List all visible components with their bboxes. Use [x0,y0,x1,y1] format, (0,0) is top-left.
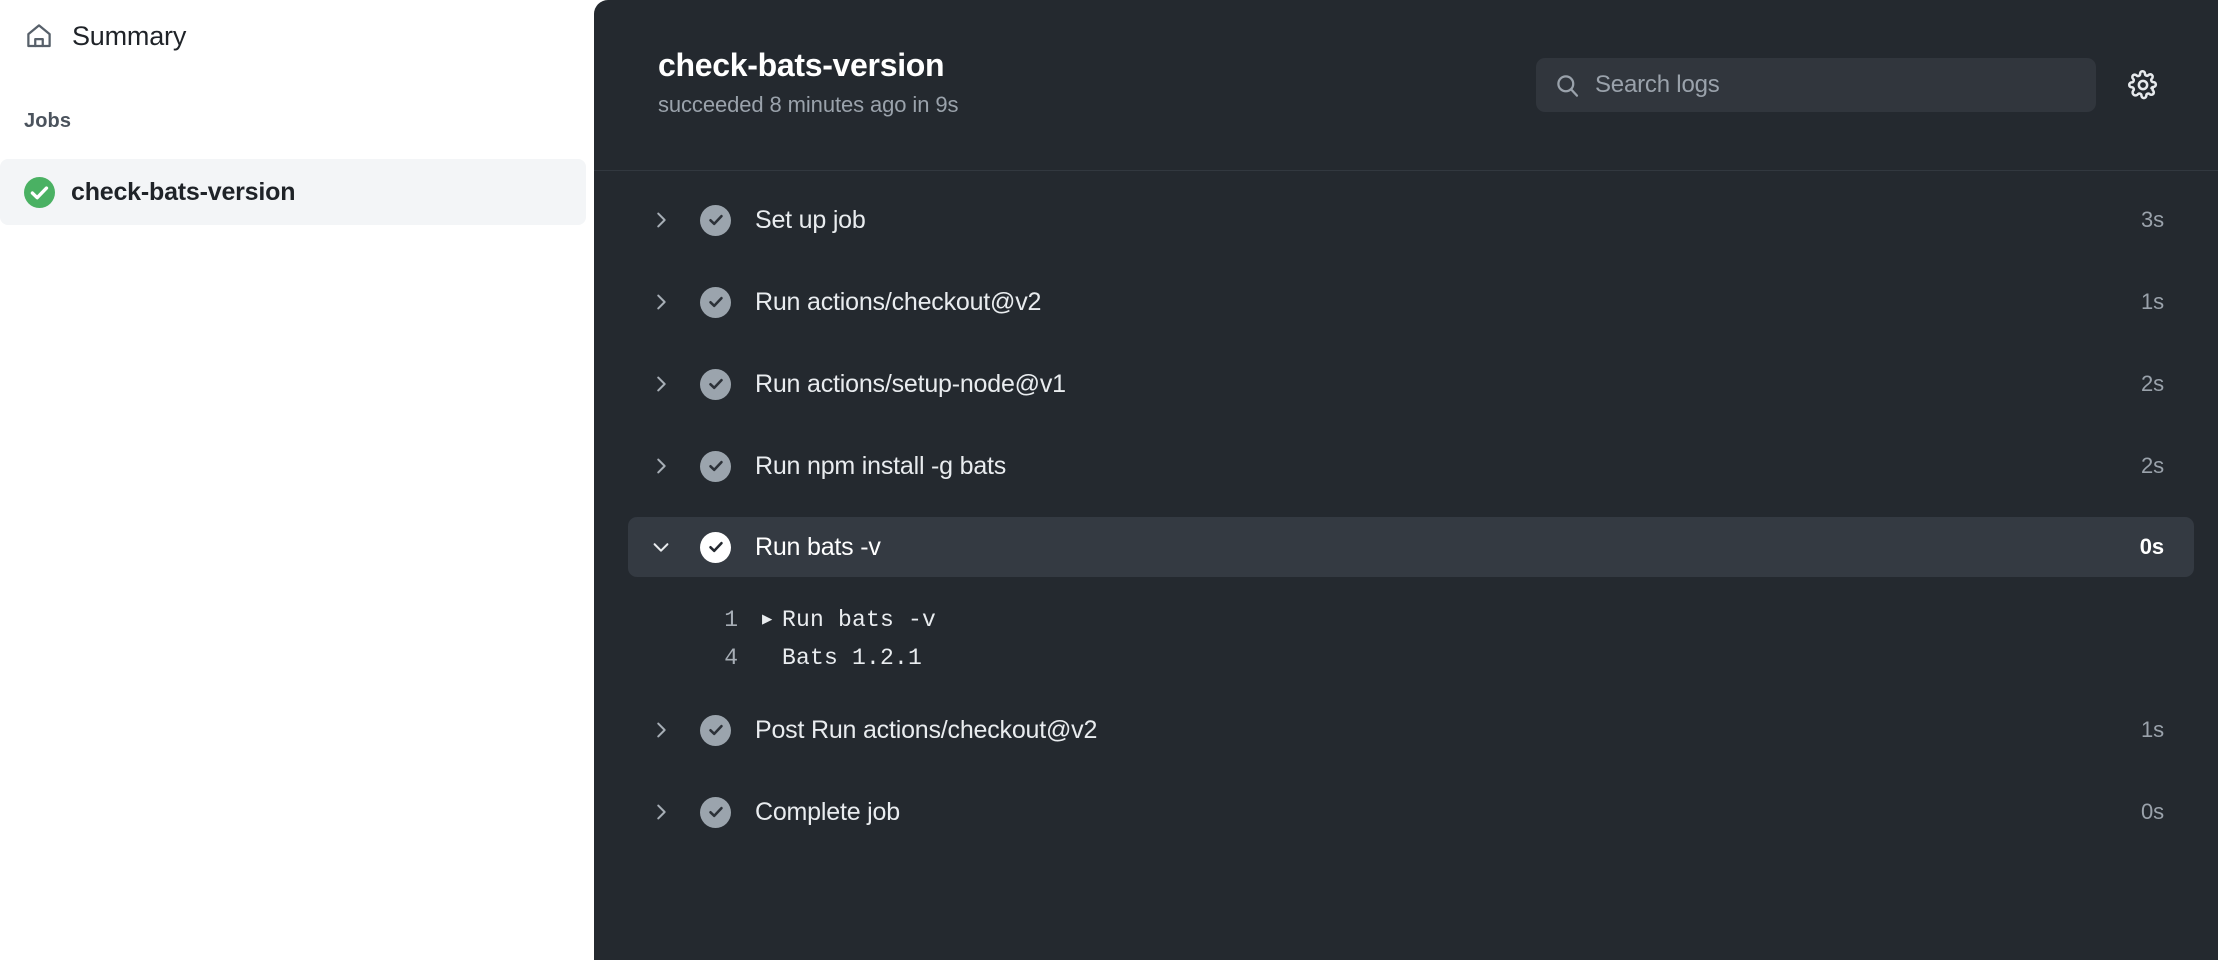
log-output: 1 ▶ Run bats -v 4 Bats 1.2.1 [594,577,2218,699]
workflow-run-page: Summary Jobs check-bats-version check-ba… [0,0,2218,960]
search-icon [1554,72,1581,99]
sidebar-job-label: check-bats-version [71,178,295,207]
success-check-icon [700,451,731,482]
chevron-right-icon [648,207,674,233]
chevron-right-icon [648,371,674,397]
chevron-down-icon [648,534,674,560]
spacer [594,497,2218,517]
chevron-right-icon [648,717,674,743]
sidebar-item-summary-label: Summary [72,23,186,50]
success-check-icon [700,205,731,236]
gear-icon[interactable] [2122,64,2164,106]
step-label: Post Run actions/checkout@v2 [755,716,2141,745]
success-check-icon [700,532,731,563]
step-row[interactable]: Run actions/checkout@v2 1s [628,271,2194,333]
log-line-number: 4 [692,645,738,671]
log-group-toggle-icon[interactable]: ▶ [762,612,782,629]
success-check-icon [700,369,731,400]
chevron-right-icon [648,799,674,825]
search-logs-box[interactable] [1536,58,2096,112]
job-status-subtitle: succeeded 8 minutes ago in 9s [658,92,958,118]
step-row[interactable]: Run actions/setup-node@v1 2s [628,353,2194,415]
log-line-text: Bats 1.2.1 [782,645,922,671]
log-header-actions [1536,58,2164,112]
step-row[interactable]: Run npm install -g bats 2s [628,435,2194,497]
search-logs-input[interactable] [1595,71,2078,99]
success-check-icon [700,797,731,828]
step-duration: 0s [2141,799,2164,825]
log-line[interactable]: 1 ▶ Run bats -v [594,601,2218,639]
step-label: Run actions/checkout@v2 [755,288,2141,317]
sidebar-item-summary[interactable]: Summary [0,4,594,68]
step-row-expanded[interactable]: Run bats -v 0s [628,517,2194,577]
step-duration: 2s [2141,371,2164,397]
step-row[interactable]: Post Run actions/checkout@v2 1s [628,699,2194,761]
log-line[interactable]: 4 Bats 1.2.1 [594,639,2218,677]
log-header-titles: check-bats-version succeeded 8 minutes a… [658,48,958,121]
spacer [594,333,2218,353]
step-duration: 0s [2140,534,2164,560]
success-check-icon [24,177,55,208]
step-duration: 3s [2141,207,2164,233]
log-line-number: 1 [692,607,738,633]
step-duration: 2s [2141,453,2164,479]
log-panel-header: check-bats-version succeeded 8 minutes a… [594,0,2218,171]
step-label: Complete job [755,798,2141,827]
sidebar-jobs-heading: Jobs [0,110,594,133]
log-panel: check-bats-version succeeded 8 minutes a… [594,0,2218,960]
home-icon [24,21,54,51]
chevron-right-icon [648,453,674,479]
spacer [594,761,2218,781]
sidebar: Summary Jobs check-bats-version [0,0,594,960]
step-duration: 1s [2141,717,2164,743]
step-row[interactable]: Complete job 0s [628,781,2194,843]
spacer [594,251,2218,271]
spacer [594,415,2218,435]
success-check-icon [700,287,731,318]
step-label: Set up job [755,206,2141,235]
step-label: Run actions/setup-node@v1 [755,370,2141,399]
step-label: Run bats -v [755,533,2140,562]
log-line-text: Run bats -v [782,607,936,633]
step-label: Run npm install -g bats [755,452,2141,481]
success-check-icon [700,715,731,746]
step-row[interactable]: Set up job 3s [628,189,2194,251]
step-duration: 1s [2141,289,2164,315]
sidebar-item-job-check-bats-version[interactable]: check-bats-version [0,159,586,225]
step-list: Set up job 3s Run actions/checkout@v2 1s [594,171,2218,843]
chevron-right-icon [648,289,674,315]
page-title: check-bats-version [658,48,958,83]
